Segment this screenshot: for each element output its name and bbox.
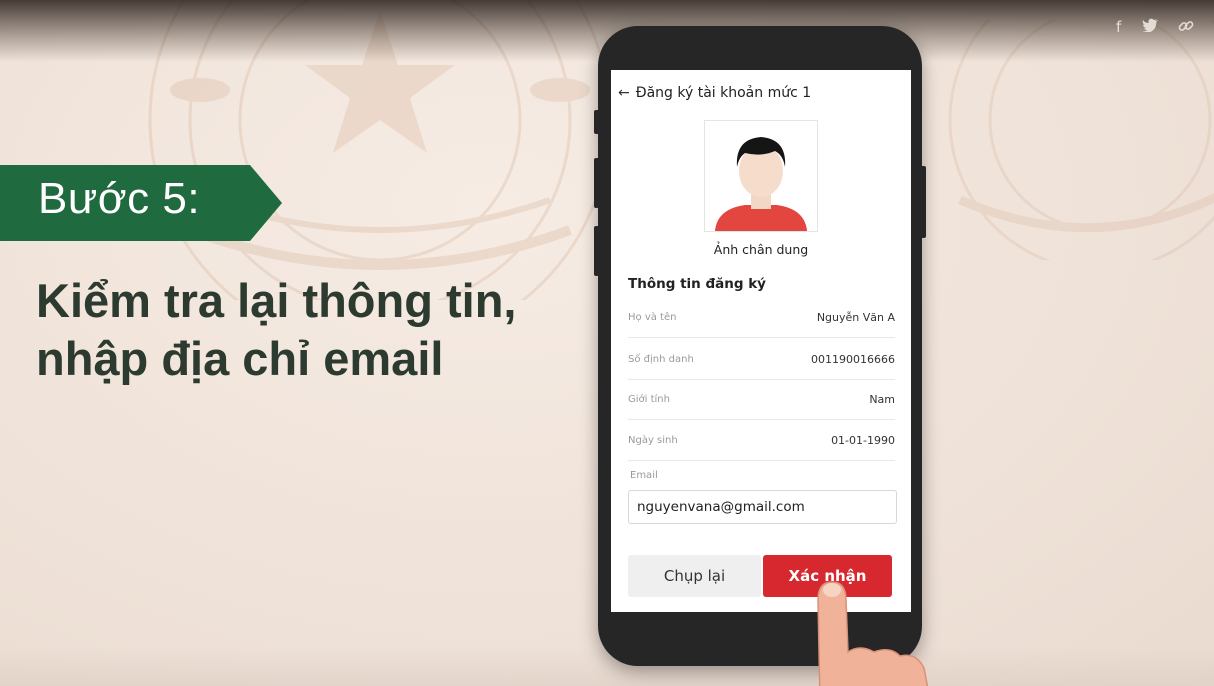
screen-title: Đăng ký tài khoản mức 1 [635,85,812,101]
retake-button[interactable]: Chụp lại [628,555,761,597]
field-value: 001190016666 [811,352,895,366]
app-header: ← Đăng ký tài khoản mức 1 [618,85,811,101]
section-title: Thông tin đăng ký [628,276,766,292]
link-icon[interactable] [1178,18,1194,38]
phone-volume-up [594,158,599,208]
headline-line-2: nhập địa chỉ email [36,332,444,385]
field-value: Nam [869,392,895,406]
twitter-icon[interactable] [1142,18,1158,36]
field-value: Nguyễn Văn A [816,310,895,324]
headline-line-1: Kiểm tra lại thông tin, [36,274,517,327]
phone-volume-down [594,226,599,276]
portrait-caption: Ảnh chân dung [713,242,809,257]
portrait-photo [704,120,818,232]
person-avatar-icon [705,121,817,231]
phone-power-button [921,166,926,238]
facebook-icon[interactable]: f [1116,18,1121,36]
phone-mute-switch [594,110,599,134]
email-input[interactable] [628,490,897,524]
phone-screen: ← Đăng ký tài khoản mức 1 Ảnh chân dung … [611,70,911,612]
video-frame: f Bước 5: Kiểm tra lại thông tin, nhập đ… [0,0,1214,686]
info-row-gender: Giới tính Nam [628,379,895,420]
instruction-headline: Kiểm tra lại thông tin, nhập địa chỉ ema… [36,272,596,388]
email-label: Email [630,470,658,481]
field-value: 01-01-1990 [831,433,895,447]
field-label: Số định danh [628,353,694,365]
field-label: Ngày sinh [628,434,678,446]
step-label: Bước 5: [38,174,201,223]
info-row-full-name: Họ và tên Nguyễn Văn A [628,297,895,338]
info-row-id-number: Số định danh 001190016666 [628,339,895,380]
field-label: Họ và tên [628,311,677,323]
arrow-left-icon[interactable]: ← [618,85,630,101]
pointing-hand-icon [817,581,929,686]
info-row-birth-date: Ngày sinh 01-01-1990 [628,420,895,461]
field-label: Giới tính [628,393,670,405]
